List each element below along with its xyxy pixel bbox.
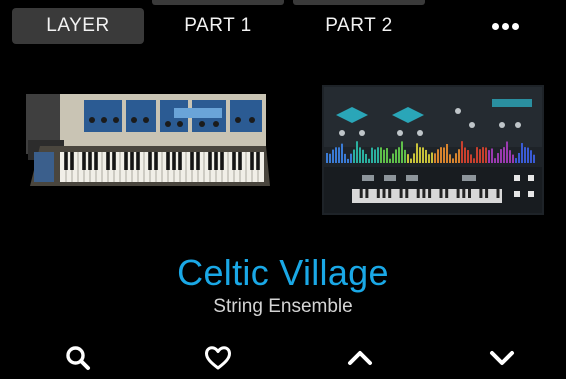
- preset-category: String Ensemble: [213, 296, 353, 317]
- search-button[interactable]: [58, 340, 98, 376]
- tab-layer[interactable]: LAYER: [12, 8, 144, 44]
- chevron-down-icon: [490, 351, 514, 365]
- software-synth-plugin-image: [322, 85, 544, 215]
- tab-layer-label: LAYER: [46, 15, 110, 36]
- next-preset-button[interactable]: [482, 340, 522, 376]
- bottom-toolbar: [0, 336, 566, 379]
- ellipsis-icon: [491, 22, 499, 30]
- heart-icon: [205, 346, 231, 370]
- vintage-synth-keyboard-image: [26, 94, 270, 186]
- more-options-button[interactable]: [470, 8, 540, 44]
- ellipsis-dot: [511, 22, 519, 30]
- tab-part-2[interactable]: PART 2: [293, 8, 425, 44]
- previous-preset-button[interactable]: [340, 340, 380, 376]
- tab-part-1-label: PART 1: [184, 15, 252, 36]
- tab-indicator-part-2: [293, 0, 425, 5]
- tab-part-1[interactable]: PART 1: [152, 8, 284, 44]
- tab-bar: LAYER PART 1 PART 2: [0, 0, 566, 50]
- search-icon: [66, 346, 90, 370]
- ellipsis-dot: [501, 22, 509, 30]
- chevron-up-icon: [348, 351, 372, 365]
- tab-indicator-part-1: [152, 0, 284, 5]
- tab-part-2-label: PART 2: [325, 15, 393, 36]
- favorite-button[interactable]: [198, 340, 238, 376]
- preset-name: Celtic Village: [177, 252, 389, 293]
